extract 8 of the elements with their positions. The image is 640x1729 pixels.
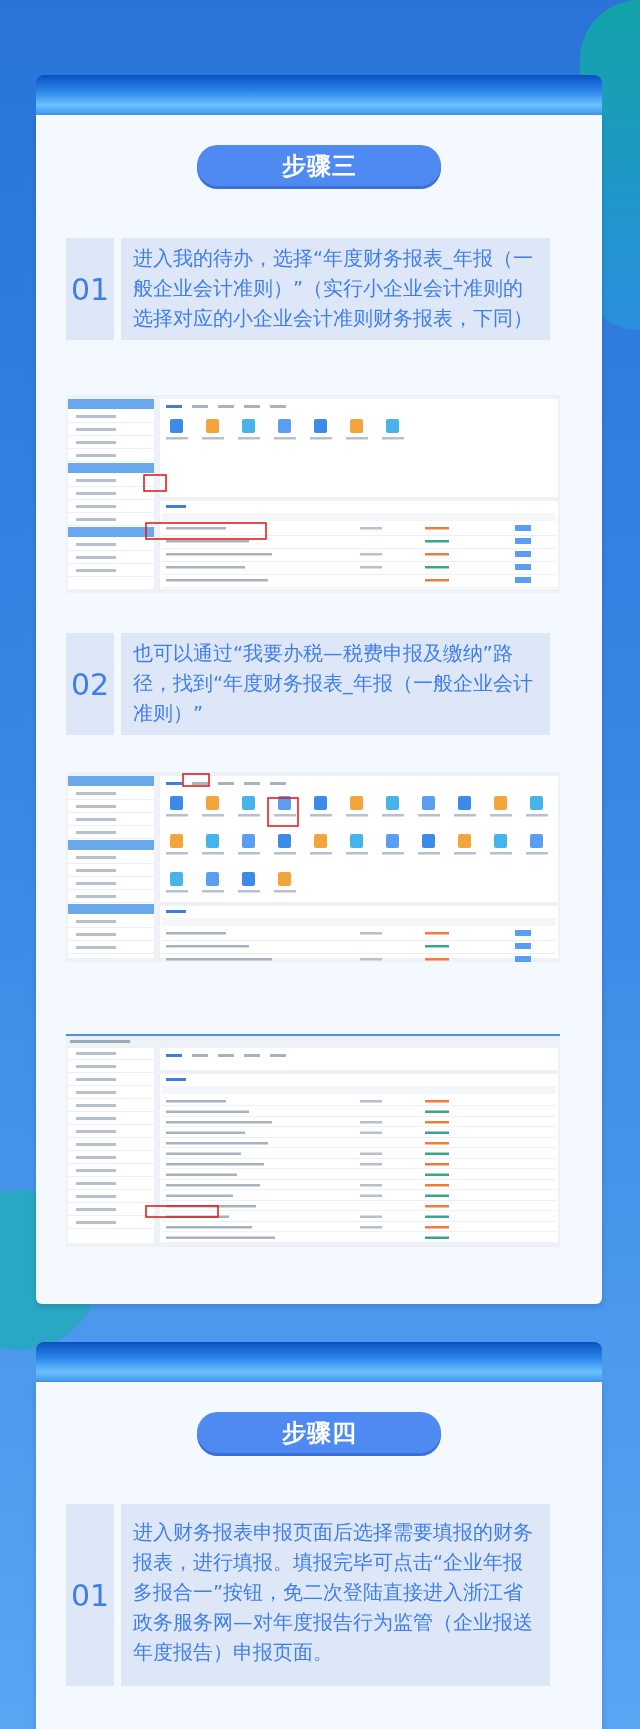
- step-number: 02: [66, 633, 114, 735]
- step-text: 进入财务报表申报页面后选择需要填报的财务报表，进行填报。填报完毕可点击“企业年报多报合一”按钮，免二次登陆直接进入浙江省政务服务网—对年度报告行为监管（企业报送年度报告）申报页面。: [121, 1504, 550, 1686]
- step-title: 步骤四: [197, 1412, 441, 1453]
- step-title: 步骤三: [197, 145, 441, 186]
- step-text: 也可以通过“我要办税—税费申报及缴纳”路径，找到“年度财务报表_年报（一般企业会计准则）”: [121, 633, 550, 735]
- step-number: 01: [66, 1504, 114, 1686]
- step-number: 01: [66, 238, 114, 340]
- step-text: 进入我的待办，选择“年度财务报表_年报（一般企业会计准则）”（实行小企业会计准则的选择对应的小企业会计准则财务报表，下同）: [121, 238, 550, 340]
